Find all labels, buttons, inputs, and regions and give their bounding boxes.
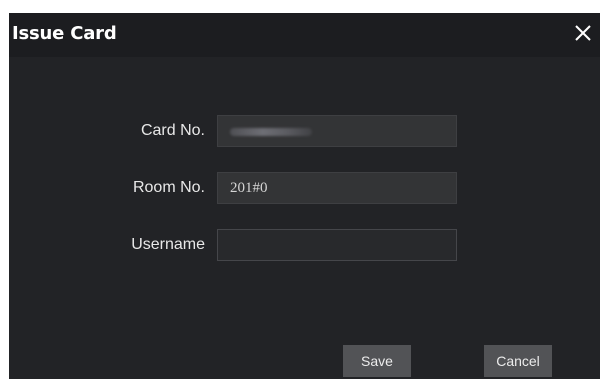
cancel-button[interactable]: Cancel xyxy=(484,345,552,377)
username-field[interactable] xyxy=(217,229,457,261)
room-no-field[interactable]: 201#0 xyxy=(217,172,457,204)
username-row: Username xyxy=(9,229,600,263)
room-no-label: Room No. xyxy=(132,179,205,196)
card-no-field[interactable] xyxy=(217,115,457,147)
issue-card-dialog: Issue Card Card No. Room No. 201#0 Usern… xyxy=(9,13,600,379)
dialog-title: Issue Card xyxy=(12,23,117,44)
room-no-row: Room No. 201#0 xyxy=(9,172,600,206)
save-button[interactable]: Save xyxy=(343,345,411,377)
card-no-redacted-value xyxy=(230,128,312,136)
close-button[interactable] xyxy=(570,20,596,46)
card-no-label: Card No. xyxy=(140,122,205,139)
close-icon xyxy=(575,25,591,41)
dialog-titlebar: Issue Card xyxy=(9,13,600,57)
card-no-row: Card No. xyxy=(9,115,600,149)
username-label: Username xyxy=(131,236,205,253)
